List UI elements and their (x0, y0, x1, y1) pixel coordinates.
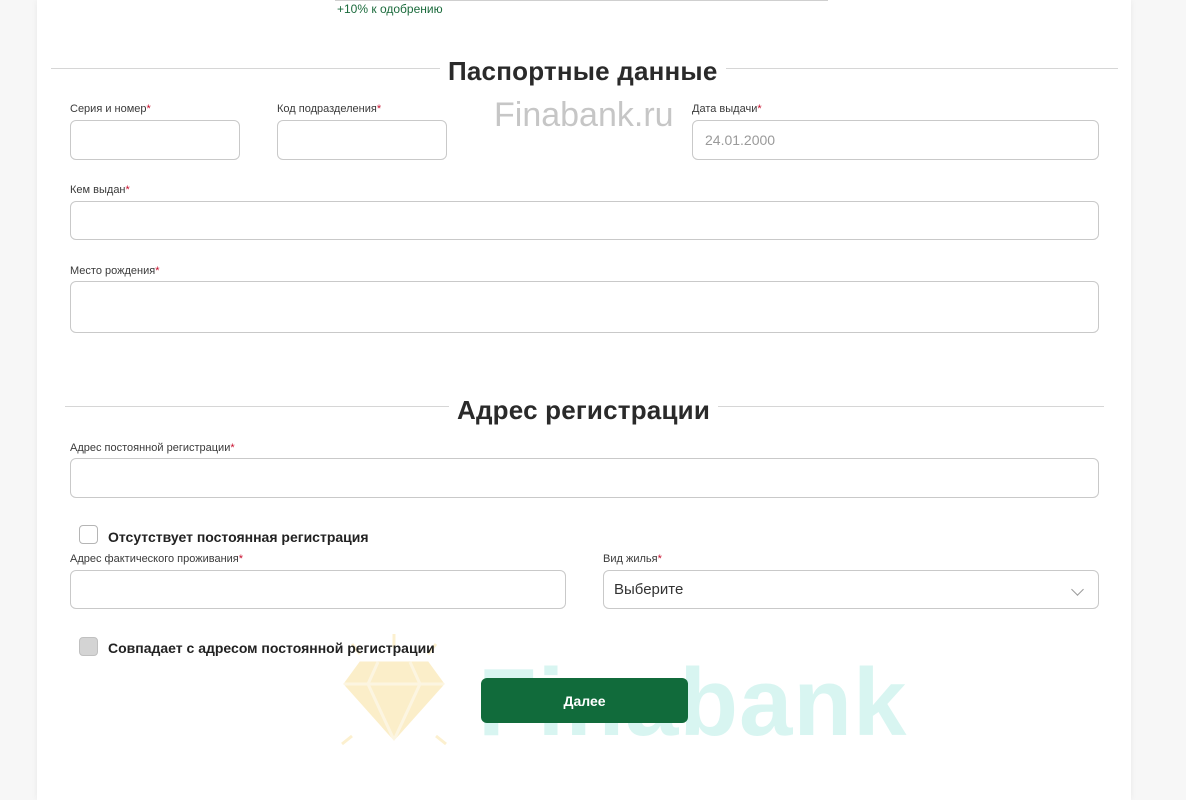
series-number-input[interactable] (83, 132, 227, 148)
housing-type-value: Выберите (614, 581, 684, 598)
division-code-label: Код подразделения* (277, 103, 382, 115)
actual-address-field[interactable] (70, 570, 566, 609)
issue-date-label: Дата выдачи* (692, 103, 762, 115)
passport-section-title: Паспортные данные (440, 56, 726, 87)
no-permanent-registration-label[interactable]: Отсутствует постоянная регистрация (108, 529, 369, 545)
series-label: Серия и номер* (70, 103, 151, 115)
birthplace-input[interactable] (83, 299, 1086, 315)
permanent-address-input[interactable] (83, 470, 1086, 486)
approval-bonus-text: +10% к одобрению (337, 2, 443, 16)
division-code-input[interactable] (290, 132, 434, 148)
series-number-field[interactable] (70, 120, 240, 160)
actual-address-label: Адрес фактического проживания* (70, 553, 244, 565)
chevron-down-icon (1071, 583, 1084, 596)
division-code-field[interactable] (277, 120, 447, 160)
next-button[interactable]: Далее (481, 678, 688, 723)
issued-by-field[interactable] (70, 201, 1099, 240)
finabank-site-watermark: Finabank.ru (494, 96, 674, 134)
issue-date-input[interactable] (705, 132, 1086, 148)
actual-address-input[interactable] (83, 581, 553, 598)
housing-type-select[interactable]: Выберите (603, 570, 1099, 609)
permanent-address-field[interactable] (70, 458, 1099, 498)
registration-section-title: Адрес регистрации (449, 395, 719, 426)
top-divider (335, 0, 828, 1)
birthplace-field[interactable] (70, 281, 1099, 333)
permanent-address-label: Адрес постоянной регистрации* (70, 442, 235, 454)
no-permanent-registration-checkbox[interactable] (79, 525, 98, 544)
issue-date-field[interactable] (692, 120, 1099, 160)
same-address-label[interactable]: Совпадает с адресом постоянной регистрац… (108, 640, 435, 656)
same-address-checkbox[interactable] (79, 637, 98, 656)
housing-type-label: Вид жилья* (603, 553, 662, 565)
birthplace-label: Место рождения* (70, 265, 160, 277)
issued-by-input[interactable] (83, 212, 1086, 229)
issued-by-label: Кем выдан* (70, 184, 130, 196)
